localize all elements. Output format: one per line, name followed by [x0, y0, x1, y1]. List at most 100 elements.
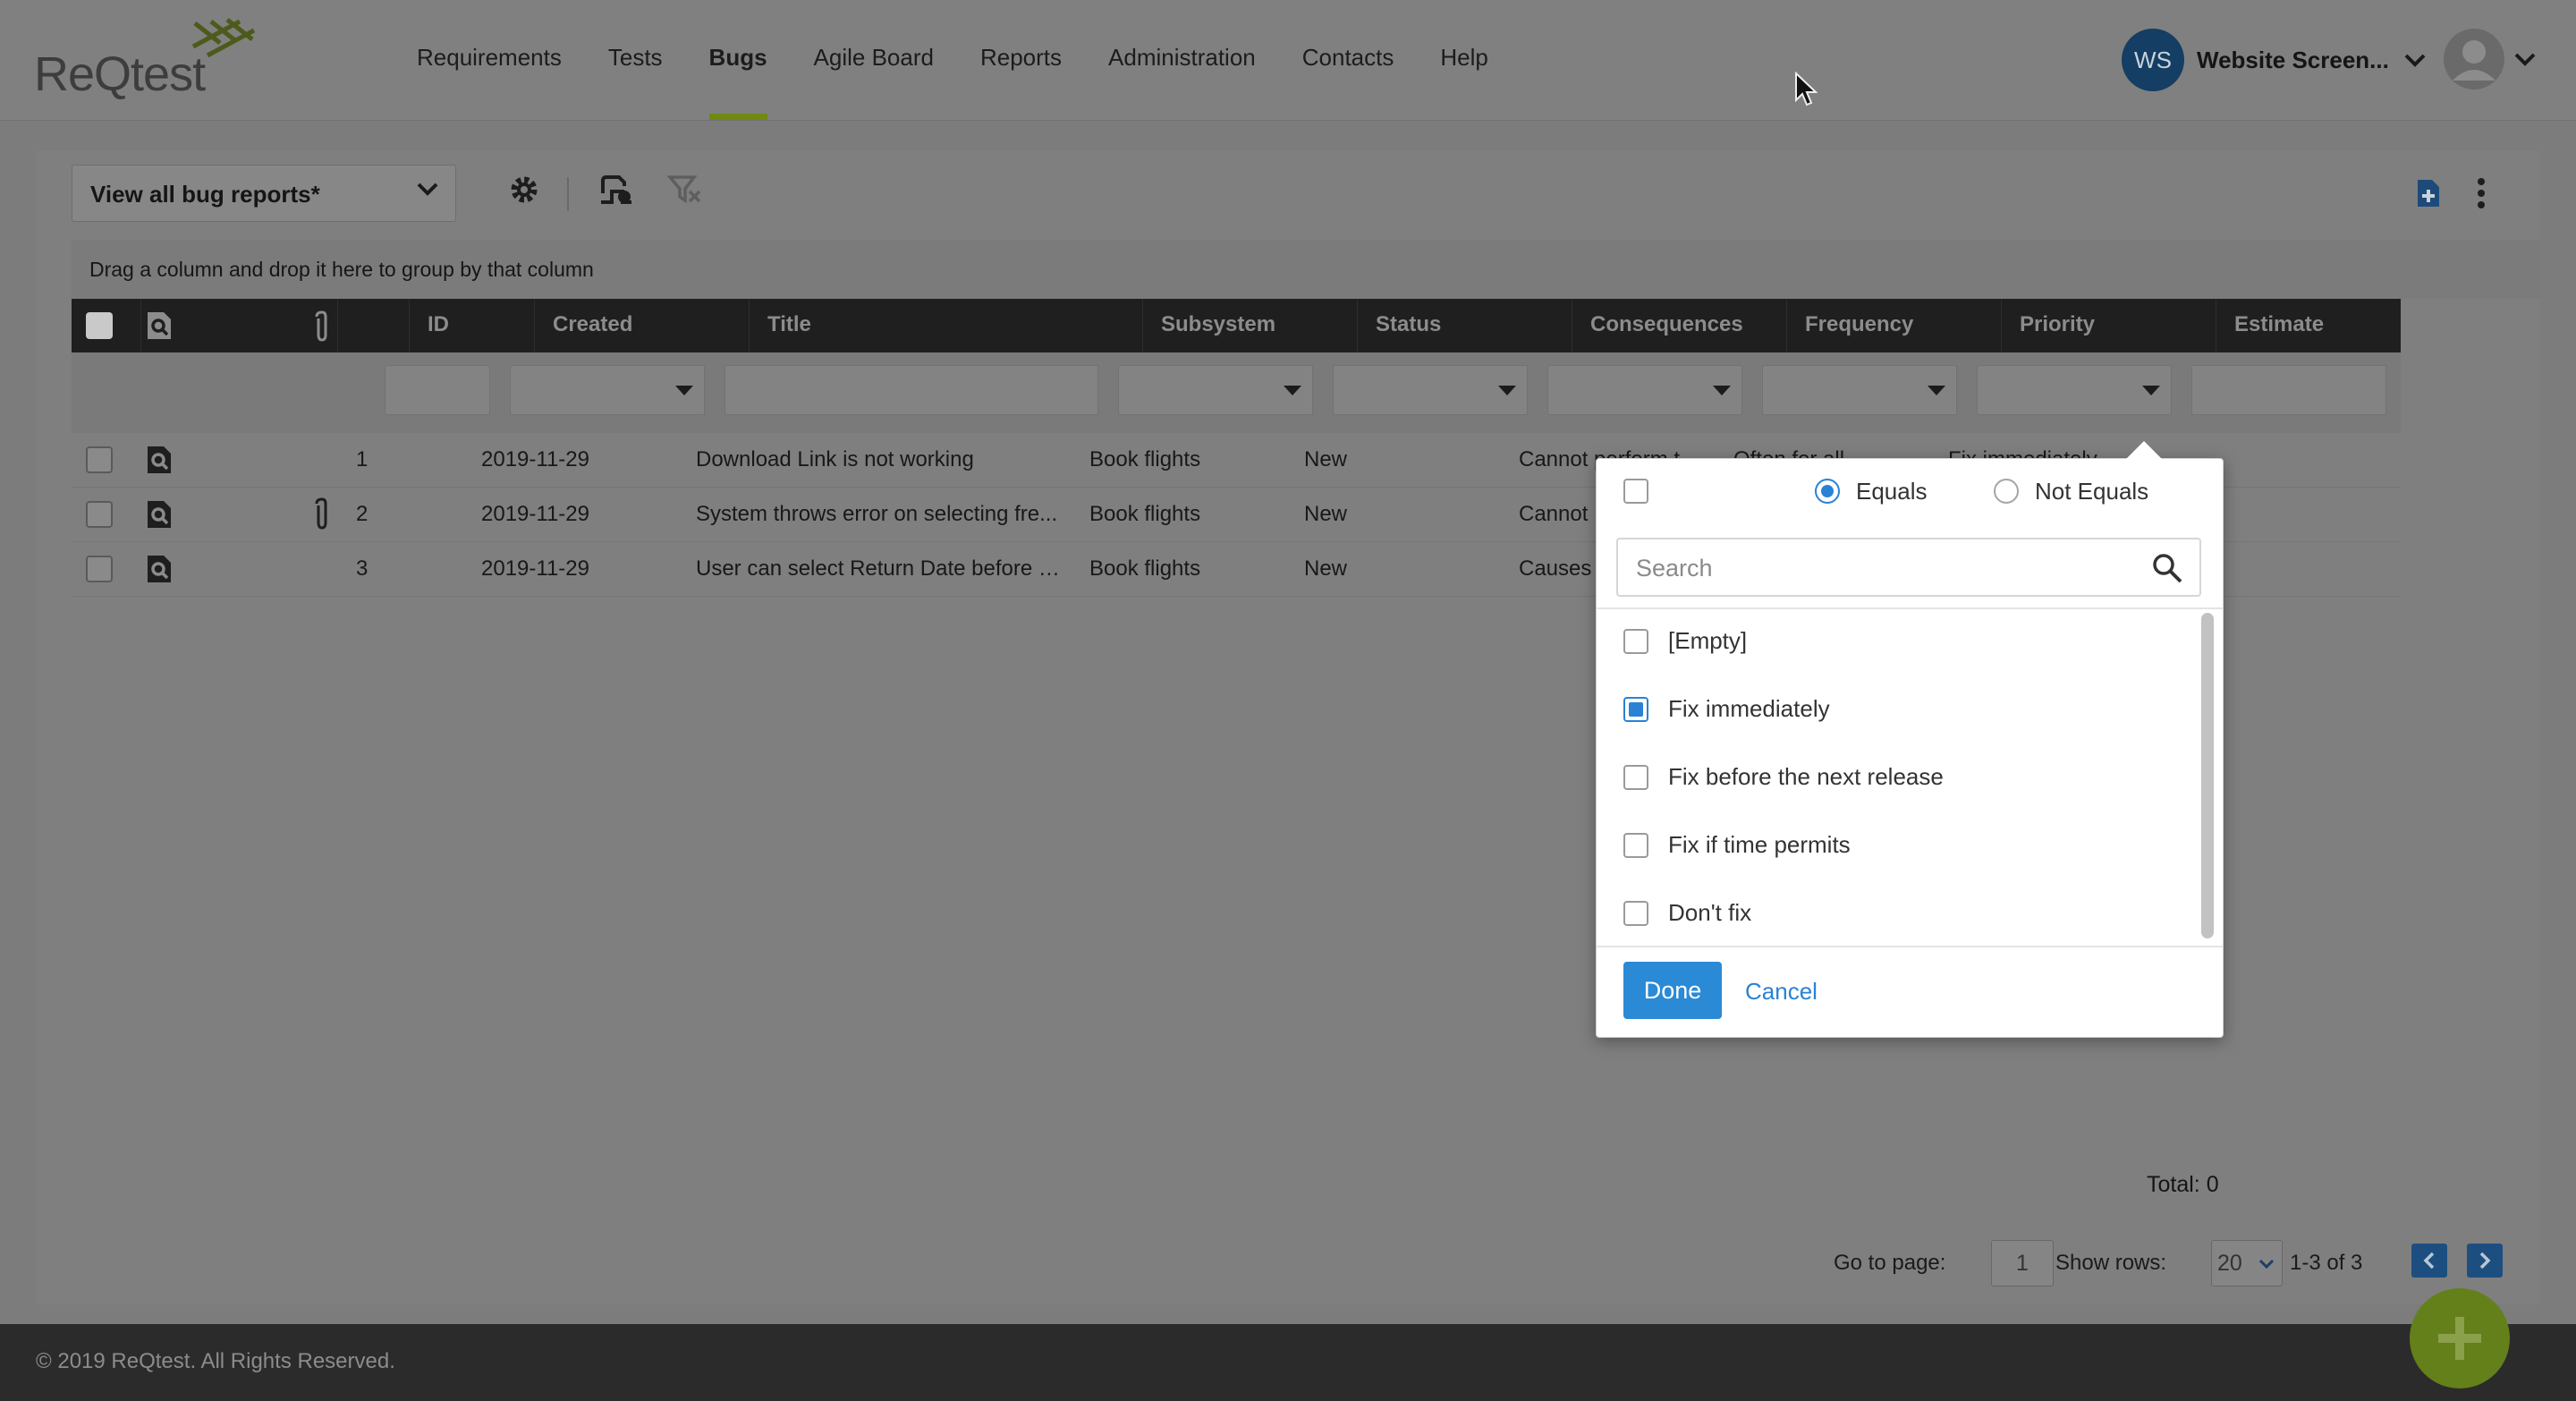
cell-created: 2019-11-29 — [481, 556, 589, 581]
preview-icon[interactable] — [145, 444, 174, 476]
workspace-avatar: WS — [2122, 29, 2184, 91]
priority-filter-popup: Equals Not Equals [Empty] Fix immediatel… — [1596, 441, 2224, 1038]
mouse-cursor-icon — [1795, 72, 1818, 106]
nav-reports[interactable]: Reports — [957, 0, 1085, 120]
col-consequences[interactable]: Consequences — [1572, 299, 1787, 352]
filter-title[interactable] — [724, 365, 1098, 415]
filter-status[interactable] — [1333, 365, 1528, 415]
preview-icon[interactable] — [145, 553, 174, 585]
option-fix-immediately-checkbox[interactable] — [1623, 697, 1648, 722]
col-frequency[interactable]: Frequency — [1787, 299, 2002, 352]
col-subsystem[interactable]: Subsystem — [1143, 299, 1358, 352]
goto-page-input[interactable]: 1 — [1991, 1240, 2054, 1286]
option-empty-label[interactable]: [Empty] — [1668, 627, 1747, 655]
filter-search-input[interactable] — [1618, 539, 2139, 597]
cell-subsystem: Book flights — [1089, 556, 1201, 581]
filter-estimate[interactable] — [2191, 365, 2386, 415]
plus-icon — [2438, 1317, 2481, 1360]
group-by-drop-zone[interactable]: Drag a column and drop it here to group … — [72, 240, 2540, 299]
col-estimate[interactable]: Estimate — [2216, 299, 2401, 352]
divider — [1597, 946, 2223, 947]
option-dont-fix-label[interactable]: Don't fix — [1668, 899, 1751, 927]
gear-icon[interactable] — [508, 174, 540, 206]
new-document-icon[interactable] — [2415, 177, 2442, 209]
rows-per-page-value: 20 — [2217, 1251, 2242, 1276]
view-selector[interactable]: View all bug reports* — [72, 165, 456, 222]
row-checkbox[interactable] — [86, 501, 113, 528]
option-fix-before-release-label[interactable]: Fix before the next release — [1668, 763, 1944, 791]
grid-header: ID Created Title Subsystem Status Conseq… — [72, 299, 2401, 352]
col-attachment — [338, 299, 410, 352]
cancel-button[interactable]: Cancel — [1745, 978, 1818, 1006]
clear-filter-icon[interactable] — [667, 174, 703, 206]
col-status[interactable]: Status — [1358, 299, 1572, 352]
toolbar-divider — [567, 177, 569, 211]
chevron-left-icon — [2423, 1252, 2435, 1269]
option-dont-fix-checkbox[interactable] — [1623, 901, 1648, 926]
col-id[interactable]: ID — [410, 299, 535, 352]
view-selector-label: View all bug reports* — [90, 181, 320, 208]
add-bug-button[interactable] — [2410, 1288, 2510, 1388]
goto-page-label: Go to page: — [1834, 1251, 1946, 1275]
logo-mark-icon — [191, 18, 256, 58]
cell-title[interactable]: System throws error on selecting fre... — [678, 488, 1072, 541]
popup-pointer — [2126, 441, 2162, 459]
search-icon[interactable] — [2151, 552, 2183, 584]
col-title[interactable]: Title — [750, 299, 1143, 352]
reqtest-logo[interactable]: ReQtest — [34, 16, 267, 101]
select-all-options-checkbox[interactable] — [1623, 479, 1648, 504]
col-priority[interactable]: Priority — [2002, 299, 2216, 352]
filter-frequency[interactable] — [1762, 365, 1957, 415]
filter-id[interactable] — [385, 365, 490, 415]
nav-administration[interactable]: Administration — [1085, 0, 1279, 120]
cell-id: 3 — [356, 556, 369, 581]
profile-menu[interactable] — [2442, 27, 2537, 91]
row-checkbox[interactable] — [86, 446, 113, 473]
show-rows-label: Show rows: — [2055, 1251, 2167, 1275]
cell-title[interactable]: Download Link is not working — [678, 433, 1072, 487]
option-fix-if-time-label[interactable]: Fix if time permits — [1668, 831, 1851, 859]
filter-subsystem[interactable] — [1118, 365, 1313, 415]
filter-created[interactable] — [510, 365, 705, 415]
app-header: ReQtest Requirements Tests Bugs Agile Bo… — [0, 0, 2576, 121]
cell-status: New — [1304, 502, 1348, 526]
workspace-switcher[interactable]: WS Website Screen... — [2122, 27, 2427, 93]
rows-per-page-select[interactable]: 20 — [2211, 1240, 2283, 1286]
option-fix-if-time-checkbox[interactable] — [1623, 833, 1648, 858]
nav-bugs[interactable]: Bugs — [686, 0, 791, 120]
total-count: Total: 0 — [2147, 1172, 2219, 1197]
option-empty-checkbox[interactable] — [1623, 629, 1648, 654]
nav-help[interactable]: Help — [1417, 0, 1511, 120]
attachment-icon[interactable] — [311, 497, 333, 532]
cell-id: 2 — [356, 502, 369, 526]
export-cloud-icon[interactable] — [597, 174, 635, 206]
option-fix-before-release-checkbox[interactable] — [1623, 765, 1648, 790]
col-preview — [141, 299, 338, 352]
cell-subsystem: Book flights — [1089, 447, 1201, 471]
workspace-name: Website Screen... — [2197, 46, 2389, 73]
prev-page-button[interactable] — [2411, 1244, 2447, 1278]
done-button[interactable]: Done — [1623, 962, 1722, 1019]
cell-subsystem: Book flights — [1089, 502, 1201, 526]
cell-title[interactable]: User can select Return Date before D... — [678, 542, 1072, 596]
filter-search-box — [1616, 538, 2201, 597]
row-checkbox[interactable] — [86, 556, 113, 582]
col-created[interactable]: Created — [535, 299, 750, 352]
main-nav: Requirements Tests Bugs Agile Board Repo… — [394, 0, 1512, 120]
preview-icon[interactable] — [145, 498, 174, 531]
nav-contacts[interactable]: Contacts — [1279, 0, 1418, 120]
chevron-down-icon — [417, 183, 438, 196]
user-avatar-icon — [2444, 29, 2504, 89]
not-equals-radio[interactable] — [1994, 479, 2019, 504]
filter-consequences[interactable] — [1547, 365, 1742, 415]
filter-priority[interactable] — [1977, 365, 2172, 415]
option-fix-immediately-label[interactable]: Fix immediately — [1668, 695, 1830, 723]
equals-radio[interactable] — [1815, 479, 1840, 504]
nav-tests[interactable]: Tests — [585, 0, 686, 120]
next-page-button[interactable] — [2467, 1244, 2503, 1278]
attachment-icon[interactable] — [311, 310, 333, 344]
nav-agile-board[interactable]: Agile Board — [791, 0, 957, 120]
more-vertical-icon[interactable] — [2476, 177, 2487, 209]
options-scrollbar[interactable] — [2201, 613, 2214, 938]
nav-requirements[interactable]: Requirements — [394, 0, 585, 120]
